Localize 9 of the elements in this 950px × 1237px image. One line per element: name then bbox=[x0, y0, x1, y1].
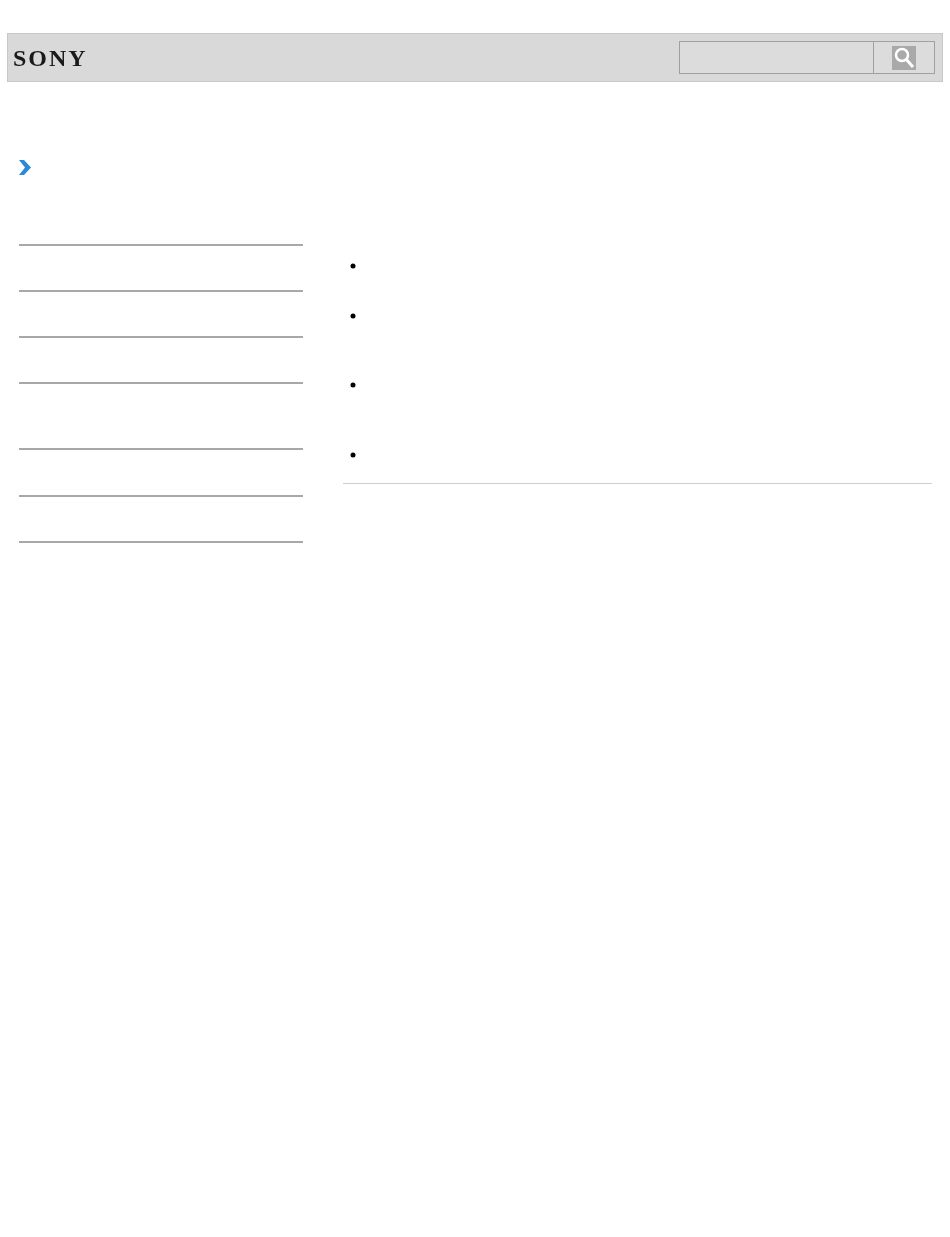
search-icon bbox=[892, 45, 916, 70]
chevron-icon bbox=[19, 160, 31, 175]
logo: SONY bbox=[13, 45, 88, 70]
search-button[interactable] bbox=[874, 41, 935, 74]
bullet-icon bbox=[350, 313, 356, 319]
search-field[interactable] bbox=[679, 41, 874, 74]
bullet-icon bbox=[350, 382, 356, 388]
bullet-icon bbox=[350, 452, 356, 458]
bullet-icon bbox=[350, 263, 356, 269]
